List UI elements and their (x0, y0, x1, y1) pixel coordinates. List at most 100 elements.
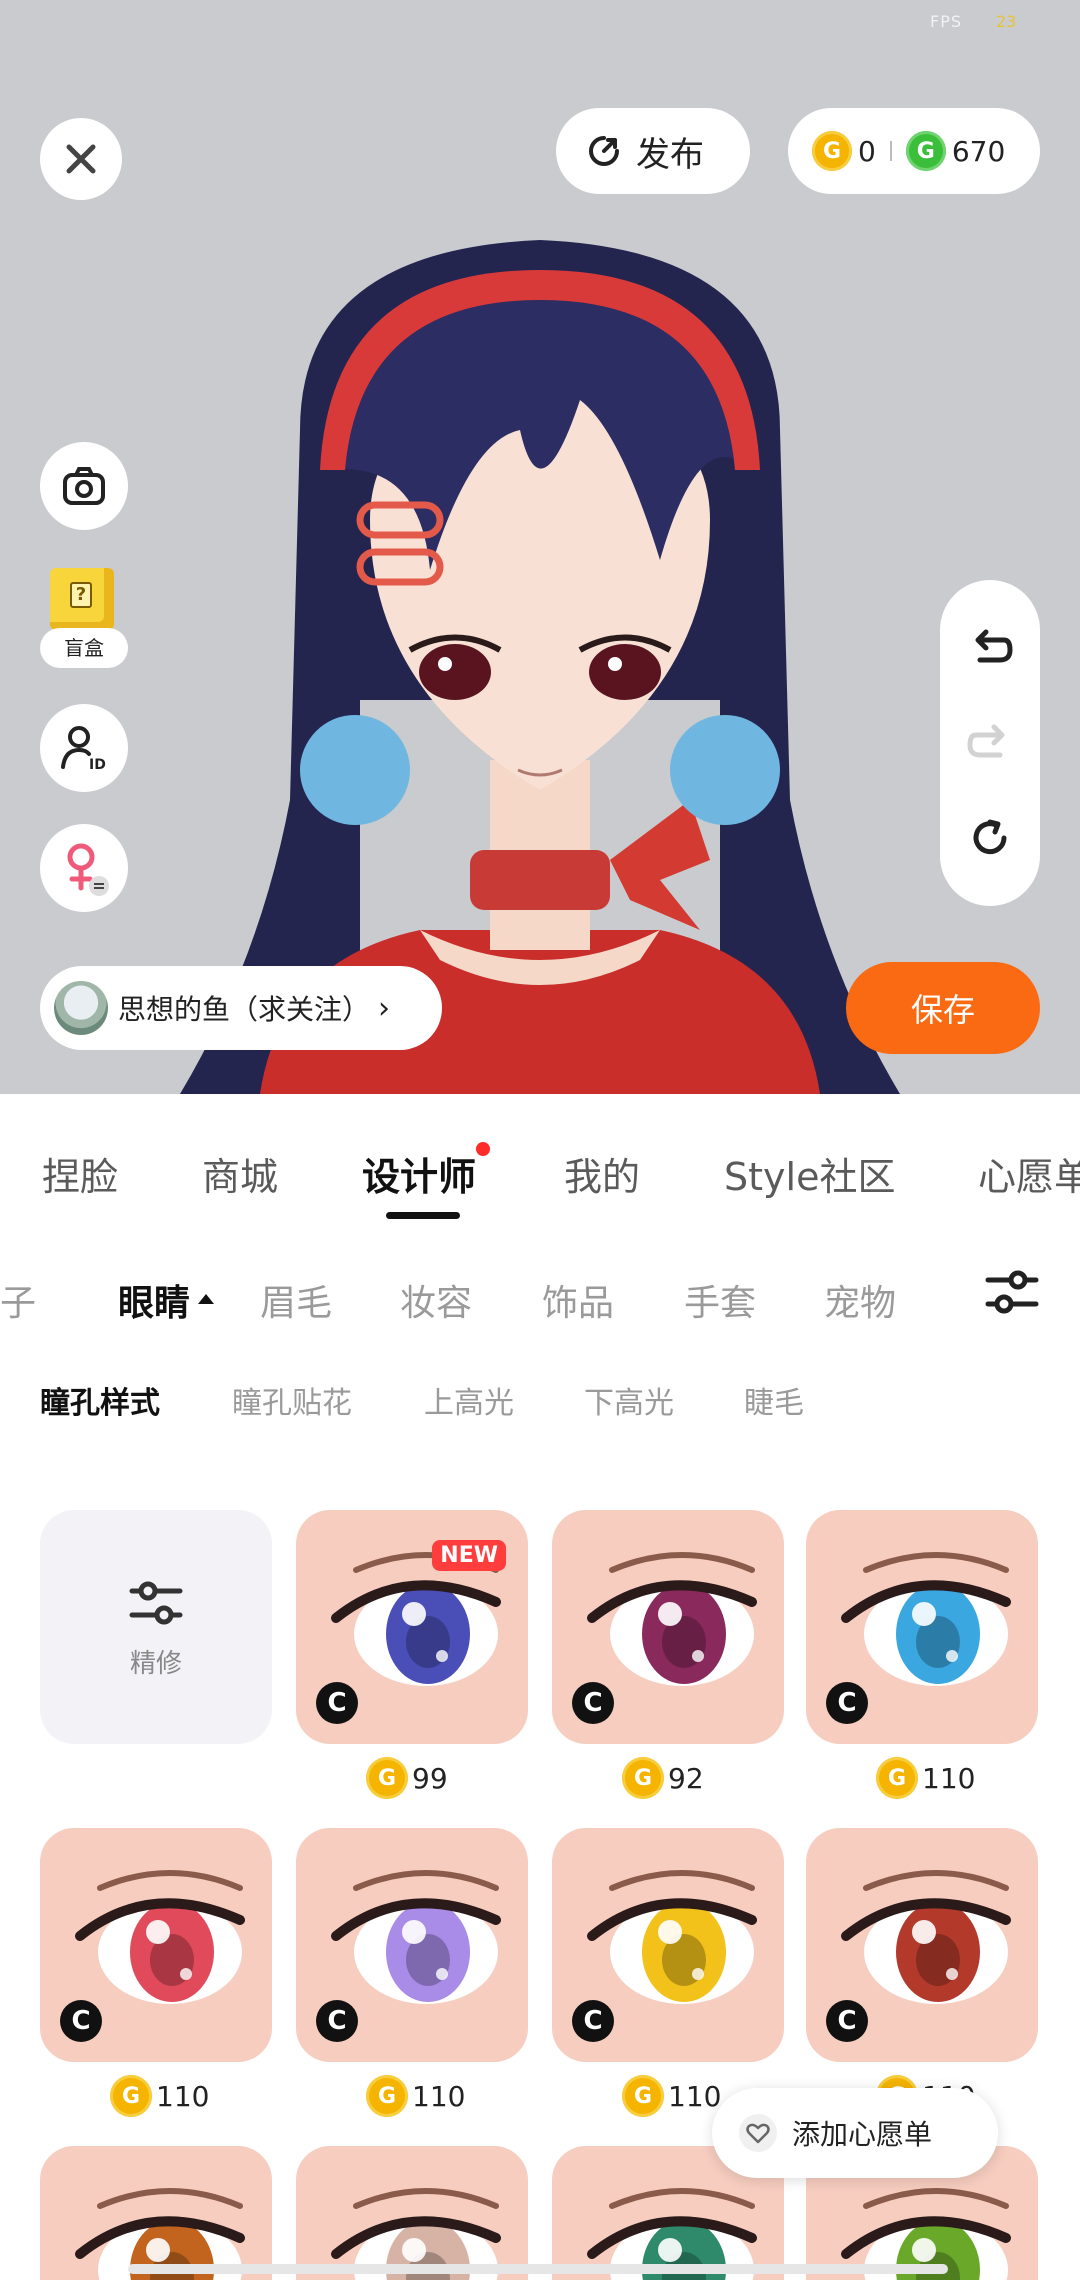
subcategory-pupil-decal[interactable]: 瞳孔贴花 (232, 1378, 352, 1422)
item-price: G110 (876, 1756, 975, 1800)
avatar-id-button[interactable]: ID (40, 704, 128, 792)
notification-dot (476, 1142, 491, 1156)
tab-style-community[interactable]: Style社区 (724, 1146, 895, 1201)
currency-divider (889, 141, 892, 161)
green-coin-count: 670 (951, 134, 1006, 168)
subcategory-lower-highlight[interactable]: 下高光 (584, 1378, 674, 1422)
eye-item-card[interactable]: C (806, 1828, 1038, 2062)
designer-avatar (54, 981, 108, 1035)
filter-sliders-icon[interactable] (982, 1262, 1042, 1322)
category-makeup[interactable]: 妆容 (400, 1274, 472, 1326)
item-price: G 99 (366, 1756, 448, 1800)
save-button[interactable]: 保存 (846, 962, 1040, 1054)
gold-coin-count: 0 (858, 134, 876, 168)
item-price-value: 110 (156, 2079, 210, 2113)
eye-item-card[interactable]: C (40, 2146, 272, 2280)
tab-designer[interactable]: 设计师 (362, 1142, 491, 1201)
eye-item-card[interactable]: C (40, 1828, 272, 2062)
refine-sliders-icon (129, 1581, 183, 1624)
category-accessories[interactable]: 饰品 (542, 1274, 614, 1326)
copyright-icon: C (316, 1682, 358, 1724)
tab-face[interactable]: 捏脸 (42, 1146, 118, 1201)
item-price: G110 (622, 2074, 721, 2118)
category-gloves[interactable]: 手套 (684, 1274, 756, 1326)
user-id-icon: ID (61, 726, 106, 773)
category-eyes-label: 眼睛 (118, 1283, 191, 1324)
designer-chip[interactable]: 思想的鱼（求关注） › (40, 966, 442, 1050)
gold-coin-icon: G (366, 2075, 408, 2117)
eye-item-card[interactable]: C (552, 1510, 784, 1744)
undo-icon[interactable] (966, 624, 1014, 672)
main-tab-bar: 捏脸 商城 设计师 我的 Style社区 心愿单 (0, 1094, 1080, 1219)
copyright-icon: C (316, 2000, 358, 2042)
bottom-scroll-indicator (128, 2264, 948, 2274)
category-bar: 鞋子 眼睛 眉毛 妆容 饰品 手套 宠物 (0, 1244, 1080, 1334)
blindbox-icon: ? (50, 568, 114, 630)
copyright-icon: C (826, 2000, 868, 2042)
gold-coin-icon: G (622, 1757, 664, 1799)
avatar-viewport[interactable]: FPS 23 发布 G 0 G 670 ? 盲盒 ID 思想的鱼（求关注） › … (0, 0, 1080, 1094)
close-icon (66, 144, 96, 174)
new-badge: NEW (432, 1540, 506, 1571)
fps-value: 23 (996, 12, 1017, 31)
gold-coin-icon: G (622, 2075, 664, 2117)
tab-wishlist[interactable]: 心愿单 (978, 1146, 1080, 1201)
subcategory-pupil-style[interactable]: 瞳孔样式 (40, 1378, 160, 1422)
item-price-value: 110 (668, 2079, 722, 2113)
chevron-right-icon: › (378, 990, 391, 1026)
item-price-value: 110 (412, 2079, 466, 2113)
category-eyebrows[interactable]: 眉毛 (260, 1274, 332, 1326)
close-button[interactable] (40, 118, 122, 200)
active-tab-indicator (386, 1212, 460, 1219)
category-eyes[interactable]: 眼睛 (118, 1274, 215, 1326)
subcategory-bar: 瞳孔样式 瞳孔贴花 上高光 下高光 睫毛 (0, 1370, 1080, 1430)
designer-name: 思想的鱼（求关注） (118, 993, 371, 1026)
refine-card[interactable]: 精修 (40, 1510, 272, 1744)
item-price: G 92 (622, 1756, 704, 1800)
copyright-icon: C (826, 1682, 868, 1724)
svg-text:ID: ID (89, 757, 106, 773)
blindbox-label: 盲盒 (40, 628, 128, 668)
eye-item-card[interactable]: C (806, 1510, 1038, 1744)
eye-thumbnail (75, 2188, 245, 2280)
eye-thumbnail (331, 2188, 501, 2280)
blindbox-button[interactable]: ? 盲盒 (40, 568, 128, 668)
eye-item-card[interactable]: C (296, 2146, 528, 2280)
subcategory-eyelashes[interactable]: 睫毛 (744, 1378, 804, 1422)
copyright-icon: C (572, 1682, 614, 1724)
add-to-wishlist-button[interactable]: 添加心愿单 (712, 2088, 998, 2178)
gender-switch-button[interactable] (40, 824, 128, 912)
item-price-value: 92 (668, 1761, 704, 1795)
currency-balance[interactable]: G 0 G 670 (788, 108, 1040, 194)
tab-shop[interactable]: 商城 (202, 1146, 278, 1201)
category-pets[interactable]: 宠物 (824, 1274, 896, 1326)
item-price: G110 (366, 2074, 465, 2118)
female-gender-icon (67, 843, 109, 896)
history-panel (940, 580, 1040, 906)
category-shoes[interactable]: 鞋子 (0, 1274, 36, 1326)
publish-button[interactable]: 发布 (556, 108, 750, 194)
tab-mine[interactable]: 我的 (564, 1146, 640, 1201)
eye-item-card[interactable]: C (552, 1828, 784, 2062)
redo-icon[interactable] (966, 719, 1014, 767)
gold-coin-icon: G (876, 1757, 918, 1799)
item-price-value: 110 (922, 1761, 976, 1795)
gold-coin-icon: G (110, 2075, 152, 2117)
reset-icon[interactable] (966, 814, 1014, 862)
subcategory-upper-highlight[interactable]: 上高光 (424, 1378, 514, 1422)
item-price-value: 99 (412, 1761, 448, 1795)
gold-coin-icon: G (366, 1757, 408, 1799)
wishlist-label: 添加心愿单 (792, 2118, 933, 2151)
green-coin-icon: G (905, 131, 946, 171)
publish-icon (589, 136, 619, 166)
heart-icon (739, 2114, 777, 2152)
publish-label: 发布 (636, 134, 704, 175)
caret-up-icon (198, 1294, 215, 1304)
app-root: FPS 23 发布 G 0 G 670 ? 盲盒 ID 思想的鱼（求关注） › … (0, 0, 1080, 2280)
eye-item-card[interactable]: C NEW (296, 1510, 528, 1744)
copyright-icon: C (60, 2000, 102, 2042)
camera-button[interactable] (40, 442, 128, 530)
refine-label: 精修 (129, 1648, 182, 1679)
camera-icon (63, 467, 105, 505)
eye-item-card[interactable]: C (296, 1828, 528, 2062)
